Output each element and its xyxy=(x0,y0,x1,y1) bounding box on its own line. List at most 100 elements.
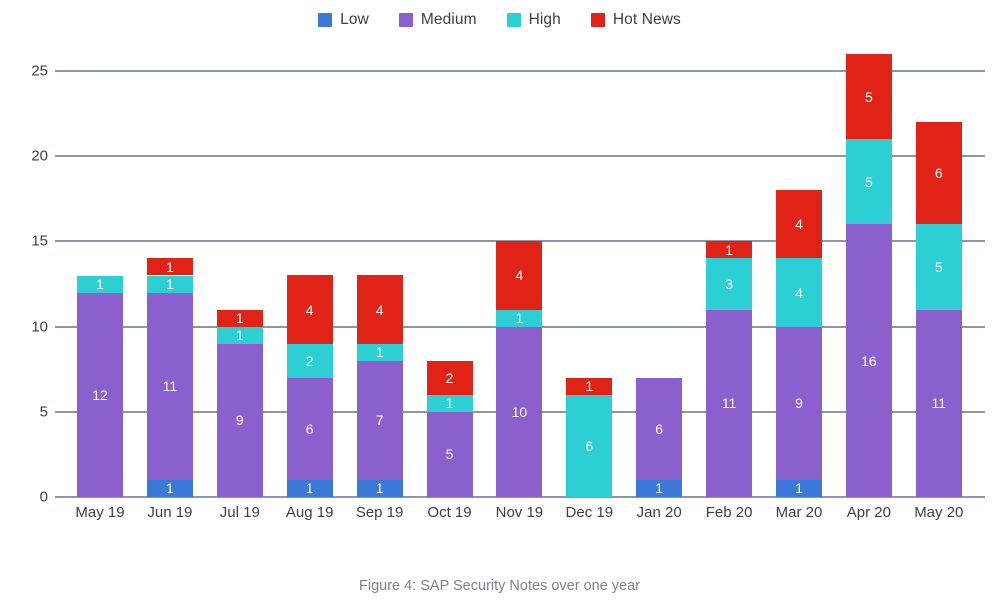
bar-segment[interactable]: 9 xyxy=(216,343,263,497)
bar-column[interactable]: 61 xyxy=(566,377,613,497)
bar-segment[interactable]: 1 xyxy=(286,479,333,497)
bar-segment[interactable]: 11 xyxy=(915,309,962,497)
bar-segment[interactable]: 2 xyxy=(426,360,473,395)
y-axis-tick-label: 15 xyxy=(31,232,48,250)
bar-segment[interactable]: 1 xyxy=(146,258,193,276)
bar-segment[interactable]: 1 xyxy=(706,241,753,259)
bar-segment[interactable]: 9 xyxy=(776,326,822,480)
bar-column[interactable]: 12 1 xyxy=(77,275,123,497)
bar-column[interactable]: 16 5 5 xyxy=(845,53,892,497)
bar-column[interactable]: 1 11 1 1 xyxy=(146,258,193,497)
bar-segment[interactable]: 1 xyxy=(216,326,263,344)
bar-segment-value: 10 xyxy=(511,403,528,420)
bar-segment[interactable]: 6 xyxy=(636,377,683,480)
bar-segment[interactable]: 1 xyxy=(146,479,193,497)
bar-column[interactable]: 10 1 4 xyxy=(496,241,543,497)
bar-segment-value: 1 xyxy=(445,395,454,412)
bar-segment-value: 9 xyxy=(795,395,803,412)
bar-segment-value: 11 xyxy=(162,378,178,395)
bar-segment-value: 1 xyxy=(515,310,524,327)
bar-segment[interactable]: 1 xyxy=(146,275,193,293)
bar-column[interactable]: 1944 xyxy=(776,190,822,497)
y-axis-tick-label: 10 xyxy=(31,318,48,336)
bar-segment[interactable]: 4 xyxy=(776,258,822,327)
y-axis: 0 5 10 15 20 25 xyxy=(0,0,48,560)
bar-segment[interactable]: 5 xyxy=(845,139,892,225)
bar-column[interactable]: 5 1 2 xyxy=(426,360,473,497)
bar-segment-value: 12 xyxy=(92,386,108,403)
bar-segment-value: 6 xyxy=(305,420,314,437)
figure-caption: Figure 4: SAP Security Notes over one ye… xyxy=(358,578,640,594)
bar-segment[interactable]: 1 xyxy=(356,479,403,497)
bar-segment-value: 1 xyxy=(375,344,384,361)
bar-segment-value: 1 xyxy=(725,241,733,258)
bar-segment-value: 5 xyxy=(934,258,943,275)
bar-segment[interactable]: 6 xyxy=(286,377,333,480)
bar-segment[interactable]: 10 xyxy=(496,326,543,497)
bar-segment-value: 11 xyxy=(931,395,947,412)
y-axis-tick-label: 20 xyxy=(31,147,48,165)
bar-segment[interactable]: 11 xyxy=(146,292,193,480)
bar-column[interactable]: 1624 xyxy=(286,275,333,497)
bar-segment[interactable]: 1 xyxy=(216,309,263,327)
bar-segment-value: 4 xyxy=(795,284,803,301)
bar-segment[interactable]: 4 xyxy=(286,275,333,344)
bar-segment[interactable]: 5 xyxy=(426,411,473,497)
bar-column[interactable]: 9 11 xyxy=(216,309,263,497)
bar-segment-value: 6 xyxy=(585,437,594,454)
bar-segment-value: 3 xyxy=(725,276,733,292)
y-axis-tick-label: 25 xyxy=(31,62,48,80)
bar-segment-value: 4 xyxy=(305,301,314,318)
bar-segment[interactable]: 3 xyxy=(706,258,753,310)
bar-segment-value: 1 xyxy=(655,480,664,497)
bar-segment-value: 7 xyxy=(375,412,384,429)
bar-segment-value: 6 xyxy=(655,420,664,437)
bar-segment-value: 6 xyxy=(934,165,943,182)
bar-column[interactable]: 11 5 6 xyxy=(915,122,962,497)
bar-segment[interactable]: 2 xyxy=(286,343,333,378)
bar-column[interactable]: 16 xyxy=(636,377,683,497)
bar-segment-value: 5 xyxy=(445,446,454,463)
bar-column[interactable]: 11 3 1 xyxy=(706,241,753,497)
bar-segment[interactable]: 6 xyxy=(566,394,613,497)
bar-segment[interactable]: 1 xyxy=(77,275,123,293)
bar-segment[interactable]: 6 xyxy=(915,122,962,225)
bar-segment[interactable]: 5 xyxy=(845,53,892,140)
x-axis-tick-label: May 20 xyxy=(914,504,964,521)
bar-segment-value: 1 xyxy=(165,276,174,293)
chart-plot-area: 0 5 10 15 20 25 12 1 1 11 1 1 9 1 1 1 6 2 4 1 7 1 4 5 1 2 10 1 4 6 1 1… xyxy=(0,0,999,560)
bar-segment-value: 1 xyxy=(305,480,314,497)
bar-column[interactable]: 1714 xyxy=(356,275,403,497)
bar-segment[interactable]: 1 xyxy=(636,479,683,497)
bar-segment[interactable]: 1 xyxy=(566,377,613,395)
y-axis-tick-label: 5 xyxy=(39,403,48,421)
bar-segment-value: 1 xyxy=(165,258,174,275)
bar-segment[interactable]: 12 xyxy=(77,292,123,497)
bar-segment-value: 5 xyxy=(864,173,873,190)
bar-segment[interactable]: 4 xyxy=(356,275,403,344)
bar-segment[interactable]: 4 xyxy=(776,190,822,259)
bar-segment[interactable]: 1 xyxy=(496,309,543,327)
bar-segment[interactable]: 16 xyxy=(845,224,892,497)
bar-segment-value: 4 xyxy=(375,301,384,318)
bar-segment-value: 2 xyxy=(445,369,454,386)
bar-segment-value: 1 xyxy=(235,310,244,327)
bar-segment-value: 1 xyxy=(795,480,803,497)
bar-segment-value: 2 xyxy=(305,352,314,369)
bar-segment-value: 1 xyxy=(235,327,244,344)
bar-segment[interactable]: 7 xyxy=(356,360,403,480)
bar-segment[interactable]: 1 xyxy=(356,343,403,361)
bar-segment[interactable]: 4 xyxy=(496,241,543,310)
bar-segment[interactable]: 5 xyxy=(915,224,962,310)
bar-segment-value: 1 xyxy=(585,378,594,395)
bar-segment-value: 16 xyxy=(861,352,877,369)
bar-segment-value: 4 xyxy=(795,216,803,233)
bar-segment-value: 4 xyxy=(515,267,524,284)
bar-segment-value: 1 xyxy=(375,480,384,497)
y-axis-tick-label: 0 xyxy=(39,488,48,506)
bar-segment-value: 1 xyxy=(165,480,174,497)
bar-segment[interactable]: 11 xyxy=(706,309,753,497)
bar-segment[interactable]: 1 xyxy=(426,394,473,412)
bar-segment[interactable]: 1 xyxy=(776,479,822,497)
bar-segment-value: 11 xyxy=(721,395,737,412)
